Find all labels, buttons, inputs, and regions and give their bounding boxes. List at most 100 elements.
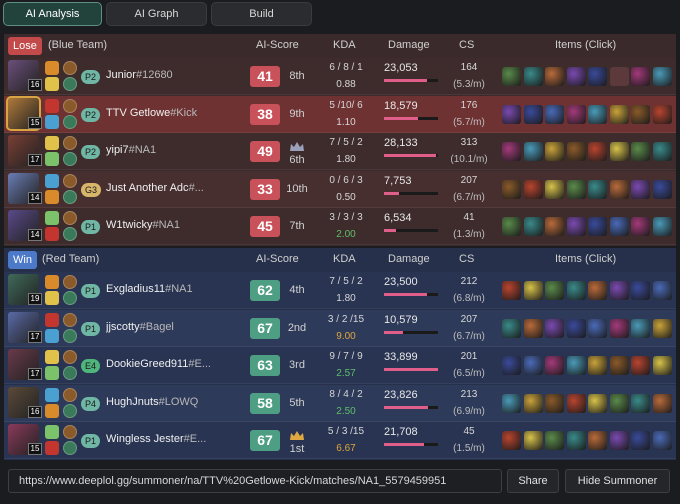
summoner-name[interactable]: Junior#12680 (106, 69, 236, 81)
tab-build[interactable]: Build (211, 2, 312, 26)
item-icon[interactable] (588, 356, 607, 375)
item-icon[interactable] (609, 393, 629, 413)
item-icon[interactable] (652, 67, 672, 86)
tab-ai-graph[interactable]: AI Graph (106, 2, 207, 26)
item-slot-empty[interactable] (609, 67, 629, 86)
item-icon[interactable] (523, 142, 543, 161)
item-icon[interactable] (545, 318, 564, 338)
player-row[interactable]: 17 P1 jjscotty#Bagel 67 2nd 3 / 2 /15 9.00 10,5… (4, 309, 676, 347)
item-icon[interactable] (502, 431, 521, 450)
player-row[interactable]: 14 P1 W1twicky#NA1 45 7th 3 / 3 / 3 2.00 6,534 4… (4, 208, 676, 245)
item-icon[interactable] (545, 67, 564, 86)
item-icon[interactable] (545, 393, 564, 413)
item-icon[interactable] (502, 104, 521, 124)
summoner-name[interactable]: Just Another Adc#... (106, 182, 236, 194)
item-icon[interactable] (523, 281, 543, 300)
item-icon[interactable] (523, 356, 543, 375)
item-icon[interactable] (631, 142, 650, 161)
item-icon[interactable] (566, 281, 586, 300)
player-row[interactable]: 16 P2 Junior#12680 41 8th 6 / 8 / 1 0.88 23,053… (4, 58, 676, 95)
item-icon[interactable] (523, 431, 543, 450)
item-icon[interactable] (545, 431, 564, 450)
item-icon[interactable] (631, 431, 650, 450)
item-icon[interactable] (545, 281, 564, 300)
item-icon[interactable] (566, 318, 586, 338)
item-icon[interactable] (652, 179, 672, 199)
summoner-name[interactable]: W1twicky#NA1 (106, 219, 236, 231)
item-icon[interactable] (523, 67, 543, 86)
item-icon[interactable] (631, 318, 650, 338)
item-icon[interactable] (502, 217, 521, 236)
item-icon[interactable] (502, 281, 521, 300)
item-icon[interactable] (631, 67, 650, 86)
item-icon[interactable] (588, 318, 607, 338)
item-icon[interactable] (523, 318, 543, 338)
item-icon[interactable] (523, 179, 543, 199)
match-url-field[interactable]: https://www.deeplol.gg/summoner/na/TTV%2… (8, 469, 502, 493)
item-icon[interactable] (609, 142, 629, 161)
summoner-name[interactable]: jjscotty#Bagel (106, 321, 236, 333)
player-row[interactable]: 17 E4 DookieGreed911#E... 63 3rd 9 / 7 / 9 2.5… (4, 347, 676, 384)
item-icon[interactable] (588, 142, 607, 161)
item-icon[interactable] (652, 104, 672, 124)
item-icon[interactable] (631, 217, 650, 236)
item-icon[interactable] (631, 393, 650, 413)
item-icon[interactable] (588, 104, 607, 124)
item-icon[interactable] (545, 142, 564, 161)
item-icon[interactable] (523, 104, 543, 124)
item-icon[interactable] (609, 281, 629, 300)
item-icon[interactable] (502, 393, 521, 413)
item-icon[interactable] (631, 104, 650, 124)
item-icon[interactable] (588, 281, 607, 300)
item-icon[interactable] (502, 67, 521, 86)
item-icon[interactable] (502, 318, 521, 338)
item-icon[interactable] (652, 318, 672, 338)
summoner-name[interactable]: TTV Getlowe#Kick (106, 107, 236, 119)
item-icon[interactable] (652, 393, 672, 413)
summoner-name[interactable]: DookieGreed911#E... (106, 358, 236, 370)
summoner-name[interactable]: yipi7#NA1 (106, 144, 236, 156)
item-icon[interactable] (609, 179, 629, 199)
item-icon[interactable] (652, 217, 672, 236)
item-icon[interactable] (609, 217, 629, 236)
item-icon[interactable] (502, 142, 521, 161)
tab-ai-analysis[interactable]: AI Analysis (3, 2, 102, 26)
item-icon[interactable] (502, 179, 521, 199)
summoner-name[interactable]: Wingless Jester#E... (106, 433, 236, 445)
summoner-name[interactable]: Exgladius11#NA1 (106, 283, 236, 295)
player-row[interactable]: 14 G3 Just Another Adc#... 33 10th 0 / 6 / 3 0… (4, 170, 676, 208)
item-icon[interactable] (523, 217, 543, 236)
item-icon[interactable] (609, 104, 629, 124)
item-icon[interactable] (566, 217, 586, 236)
player-row[interactable]: 19 P1 Exgladius11#NA1 62 4th 7 / 5 / 2 1.80 23,… (4, 272, 676, 309)
item-icon[interactable] (523, 393, 543, 413)
item-icon[interactable] (566, 179, 586, 199)
item-icon[interactable] (545, 217, 564, 236)
item-icon[interactable] (588, 393, 607, 413)
item-icon[interactable] (631, 281, 650, 300)
item-icon[interactable] (609, 431, 629, 450)
item-icon[interactable] (631, 179, 650, 199)
item-icon[interactable] (652, 142, 672, 161)
player-row[interactable]: 15 P2 TTV Getlowe#Kick 38 9th 5 /10/ 6 1.10 18,… (4, 95, 676, 133)
item-icon[interactable] (588, 217, 607, 236)
item-icon[interactable] (588, 431, 607, 450)
item-icon[interactable] (609, 356, 629, 375)
item-icon[interactable] (652, 281, 672, 300)
item-icon[interactable] (545, 104, 564, 124)
item-icon[interactable] (609, 318, 629, 338)
item-icon[interactable] (545, 356, 564, 375)
item-icon[interactable] (652, 356, 672, 375)
item-icon[interactable] (566, 431, 586, 450)
item-icon[interactable] (566, 104, 586, 124)
item-icon[interactable] (588, 67, 607, 86)
item-icon[interactable] (566, 393, 586, 413)
item-icon[interactable] (566, 356, 586, 375)
item-icon[interactable] (545, 179, 564, 199)
item-icon[interactable] (566, 67, 586, 86)
item-icon[interactable] (631, 356, 650, 375)
item-icon[interactable] (502, 356, 521, 375)
summoner-name[interactable]: HughJnuts#LOWQ (106, 396, 236, 408)
item-icon[interactable] (566, 142, 586, 161)
item-icon[interactable] (588, 179, 607, 199)
